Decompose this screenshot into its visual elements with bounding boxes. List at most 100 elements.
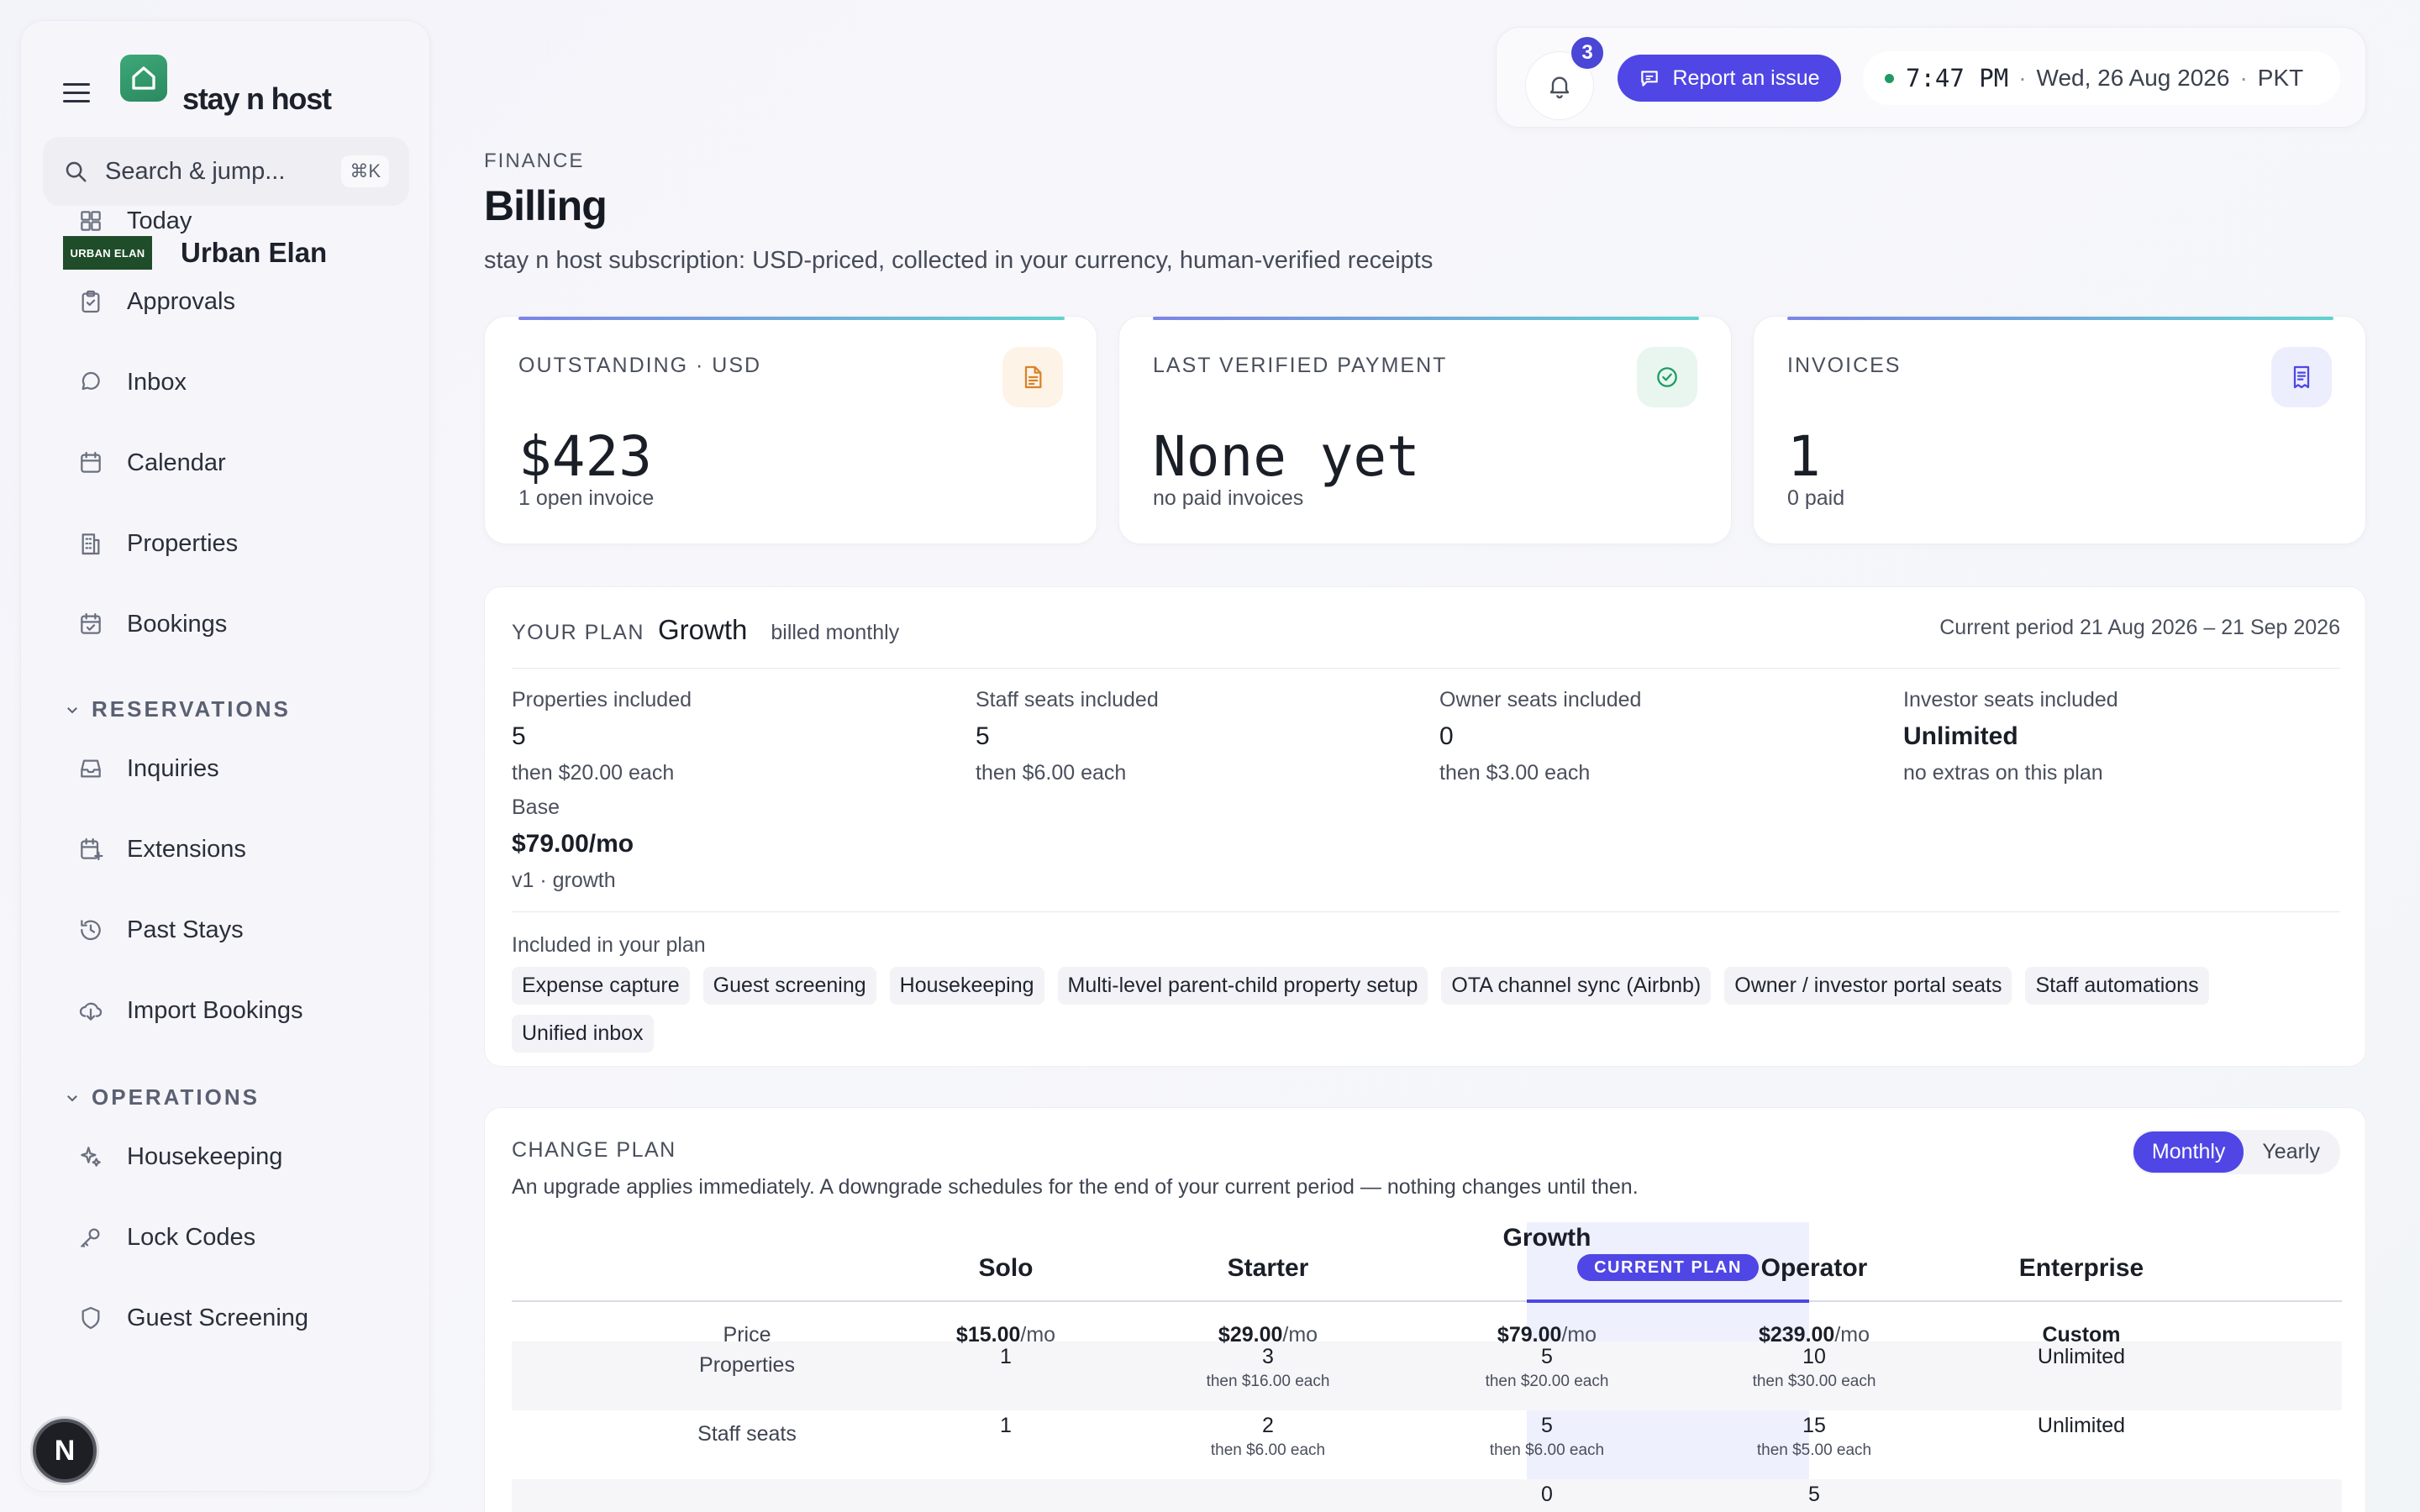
bell-icon — [1549, 76, 1570, 99]
billing-toggle: Monthly Yearly — [2131, 1130, 2340, 1174]
document-icon — [1002, 347, 1063, 407]
plan-metric-sub: v1 · growth — [512, 869, 616, 892]
calendar-icon — [76, 449, 105, 477]
feature-chip: Staff automations — [2025, 967, 2209, 1005]
table-cell: 5 then $6.00 each — [1421, 1414, 1673, 1460]
inbox-tray-icon — [76, 754, 105, 783]
plan-metric-value: 5 — [512, 722, 526, 750]
status-dot — [1885, 73, 1894, 83]
shield-icon — [76, 1304, 105, 1332]
table-cell: 1 — [880, 1345, 1132, 1373]
cell-subtext: then $20.00 each — [1485, 1373, 1609, 1390]
check-badge-icon — [1637, 347, 1697, 407]
plan-name: Growth — [657, 614, 748, 645]
feature-chip: Owner / investor portal seats — [1724, 967, 2012, 1005]
table-cell: 5 then $20.00 each — [1421, 1345, 1673, 1391]
plan-metric-value: Unlimited — [1903, 722, 2018, 750]
clock-time: 7:47 PM — [1906, 64, 2009, 92]
table-cell: 0 — [1421, 1483, 1673, 1510]
plan-metric-value: $79.00/mo — [512, 830, 634, 858]
plan-metric: Base $79.00/mo v1 · growth — [512, 795, 634, 893]
cell-value: 0 — [1541, 1483, 1553, 1506]
page-eyebrow: FINANCE — [484, 150, 585, 172]
toggle-monthly[interactable]: Monthly — [2133, 1131, 2244, 1173]
cell-value: 2 — [1262, 1414, 1274, 1437]
sidebar-item-label: Bookings — [127, 610, 228, 638]
change-plan-panel: CHANGE PLAN An upgrade applies immediate… — [484, 1107, 2366, 1512]
sparkles-icon — [76, 1142, 105, 1171]
table-cell — [1955, 1483, 2207, 1486]
stat-card-subtext: 0 paid — [1787, 486, 1845, 510]
table-cell: 2 then $6.00 each — [1142, 1414, 1394, 1460]
search-icon — [66, 161, 87, 182]
price-unit: /mo — [1020, 1323, 1056, 1347]
card-accent-bar — [1787, 317, 2333, 320]
sidebar-item-bookings[interactable]: Bookings — [76, 599, 227, 649]
sidebar-section-title: RESERVATIONS — [92, 696, 291, 722]
table-cell: 5 — [1688, 1483, 1940, 1510]
price-unit: /mo — [1834, 1323, 1870, 1347]
change-plan-description: An upgrade applies immediately. A downgr… — [512, 1175, 1639, 1199]
sidebar-item-calendar[interactable]: Calendar — [76, 438, 226, 488]
clock: 7:47 PM · Wed, 26 Aug 2026 · PKT — [1863, 51, 2340, 105]
price-value: $79.00 — [1497, 1323, 1562, 1347]
topbar: 3 Report an issue 7:47 PM · Wed, 26 Aug … — [1496, 27, 2366, 128]
plan-column-header: Operator — [1760, 1254, 1868, 1282]
chevron-down-icon — [67, 706, 77, 713]
plan-column-header: Enterprise — [2018, 1254, 2144, 1282]
cell-value: 3 — [1262, 1345, 1274, 1368]
sidebar-section-operations[interactable]: OPERATIONS — [65, 1084, 260, 1110]
user-avatar[interactable]: N — [33, 1419, 97, 1483]
sidebar-item-label: Extensions — [127, 835, 246, 863]
plan-column-header: Growth — [1502, 1224, 1591, 1252]
sidebar-item-guest-screening[interactable]: Guest Screening — [76, 1293, 308, 1343]
feature-chip: Guest screening — [702, 967, 876, 1005]
sidebar-item-import-bookings[interactable]: Import Bookings — [76, 985, 303, 1036]
plan-metric-label: Base — [512, 795, 560, 819]
page-title: Billing — [484, 182, 608, 229]
app-logo[interactable] — [120, 55, 167, 102]
sidebar-item-lock-codes[interactable]: Lock Codes — [76, 1212, 255, 1263]
sidebar-item-past-stays[interactable]: Past Stays — [76, 905, 244, 955]
sidebar-section-title: OPERATIONS — [92, 1084, 260, 1110]
included-label: Included in your plan — [512, 933, 706, 957]
plan-metric-label: Staff seats included — [976, 688, 1159, 711]
cell-value: Unlimited — [2037, 1345, 2126, 1368]
toggle-yearly[interactable]: Yearly — [2244, 1131, 2338, 1173]
price-value: $239.00 — [1758, 1323, 1835, 1347]
table-cell — [880, 1483, 1132, 1486]
plan-metric-sub: then $3.00 each — [1439, 761, 1591, 785]
calendar-check-icon — [76, 610, 105, 638]
feature-chip: Expense capture — [512, 967, 690, 1005]
stat-card-label: INVOICES — [1787, 354, 1902, 377]
table-cell: Custom — [1955, 1323, 2207, 1347]
report-issue-button[interactable]: Report an issue — [1618, 55, 1841, 102]
card-accent-bar — [518, 317, 1065, 320]
cell-subtext: then $30.00 each — [1752, 1373, 1876, 1390]
sidebar-item-inquiries[interactable]: Inquiries — [76, 743, 219, 794]
stat-card-value: None yet — [1153, 424, 1420, 489]
sidebar-item-properties[interactable]: Properties — [76, 518, 238, 569]
sidebar-item-extensions[interactable]: Extensions — [76, 824, 246, 874]
sidebar-item-approvals[interactable]: Approvals — [76, 276, 235, 327]
plan-panel: YOUR PLAN Growth billed monthly Current … — [484, 586, 2366, 1067]
stat-card-subtext: no paid invoices — [1153, 486, 1304, 510]
chevron-down-icon — [67, 1095, 77, 1101]
search-placeholder: Search & jump... — [105, 157, 286, 185]
sidebar-item-today[interactable]: Today — [76, 196, 192, 246]
sidebar-item-label: Approvals — [127, 287, 235, 315]
plan-metric: Owner seats included 0 then $3.00 each — [1439, 688, 1641, 785]
sidebar-item-housekeeping[interactable]: Housekeeping — [76, 1131, 282, 1182]
plan-metric-sub: no extras on this plan — [1903, 761, 2103, 785]
divider — [512, 668, 2340, 669]
plan-metric-label: Properties included — [512, 688, 692, 711]
sidebar-item-inbox[interactable]: Inbox — [76, 357, 187, 407]
stat-card-label: LAST VERIFIED PAYMENT — [1153, 354, 1448, 377]
plan-metric-sub: then $6.00 each — [976, 761, 1127, 785]
sidebar-item-label: Guest Screening — [127, 1304, 309, 1331]
table-cell: 10 then $30.00 each — [1688, 1345, 1940, 1391]
receipt-icon — [2271, 347, 2332, 407]
sidebar-section-reservations[interactable]: RESERVATIONS — [65, 696, 291, 722]
menu-icon[interactable] — [63, 83, 90, 103]
cell-value: 5 — [1541, 1414, 1553, 1437]
